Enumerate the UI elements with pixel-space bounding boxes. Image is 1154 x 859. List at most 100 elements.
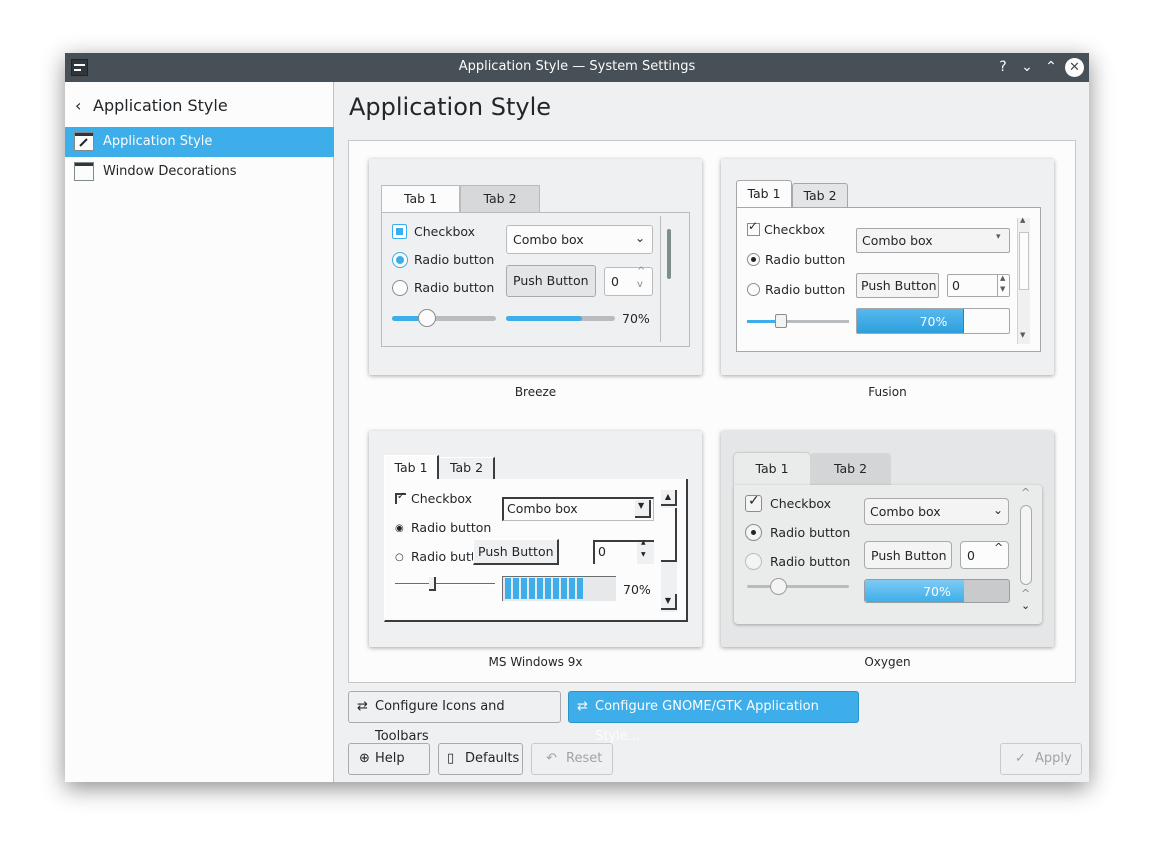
scrollbar	[667, 229, 671, 279]
radio-label: Radio button	[414, 252, 495, 267]
spin-box: 0 ^	[960, 541, 1009, 569]
spin-down-icon: v	[637, 279, 643, 290]
apply-button-label: Apply	[1035, 751, 1072, 766]
scrollbar: ▲ ▼	[1017, 216, 1030, 344]
chevron-left-icon: ‹	[75, 96, 82, 115]
combo-box: Combo box ▼	[502, 497, 654, 521]
combo-box: Combo box ⌄	[864, 498, 1009, 525]
style-card-fusion[interactable]: Tab 1 Tab 2 ✓ Checkbox Radio button Radi…	[721, 159, 1054, 375]
tab-2: Tab 2	[792, 183, 848, 208]
sidebar-header-label: Application Style	[93, 96, 228, 115]
progress-bar: 70%	[864, 579, 1010, 603]
configure-icon: ⇄	[577, 699, 588, 714]
checkbox-label: Checkbox	[411, 491, 473, 506]
radio-label: Radio button	[411, 520, 492, 535]
checkbox-label: Checkbox	[414, 224, 476, 239]
radio-checked: ◉	[395, 523, 404, 534]
configure-gtk-style-button[interactable]: ⇄ Configure GNOME/GTK Application Style.…	[568, 691, 859, 744]
spin-up-icon: ^	[637, 266, 646, 277]
slider	[395, 577, 495, 591]
tab-1: Tab 1	[734, 453, 810, 485]
defaults-button-label: Defaults	[465, 751, 520, 766]
progress-label: 70%	[622, 311, 650, 326]
tab-2: Tab 2	[440, 457, 495, 479]
combo-box: Combo box ▾	[856, 228, 1010, 253]
close-icon[interactable]: ✕	[1065, 58, 1084, 77]
breeze-preview: Tab 1 Tab 2 Checkbox Radio button Radio …	[381, 185, 690, 347]
minimize-icon[interactable]: ⌄	[1017, 57, 1037, 77]
push-button-label: Push Button	[513, 273, 589, 288]
sidebar-item-window-decorations[interactable]: Window Decorations	[65, 157, 334, 187]
combo-label: Combo box	[513, 232, 584, 247]
style-card-oxygen[interactable]: Tab 1 Tab 2 ✓ Checkbox Radio button Radi…	[721, 431, 1054, 647]
tab-1: Tab 1	[381, 185, 460, 212]
title-bar[interactable]: Application Style — System Settings ? ⌄ …	[65, 53, 1089, 82]
divider	[660, 216, 661, 342]
configure-gtk-style-label: Configure GNOME/GTK Application Style...	[595, 699, 819, 744]
radio-checked	[745, 524, 762, 541]
help-icon[interactable]: ?	[993, 57, 1013, 77]
style-card-ms-windows-9x[interactable]: Tab 1 Tab 2 ✓ Checkbox ◉ Radio button ○ …	[369, 431, 702, 647]
radio-checked	[747, 253, 760, 266]
chevron-down-icon: ▼	[638, 501, 645, 510]
checkmark-icon: ✓	[1015, 751, 1026, 766]
defaults-button[interactable]: ▯ Defaults	[438, 743, 523, 775]
radio-unchecked: ○	[395, 552, 404, 563]
combo-label: Combo box	[862, 233, 933, 248]
apply-button[interactable]: ✓ Apply	[1000, 743, 1082, 775]
checkbox: ✓	[745, 493, 762, 512]
spin-value: 0	[611, 274, 619, 289]
push-button: Push Button	[856, 273, 939, 298]
spin-value: 0	[952, 278, 960, 293]
document-icon: ▯	[447, 751, 455, 766]
progress-bar	[502, 576, 616, 601]
spin-box: 0 ▲ ▼	[947, 274, 1010, 297]
spin-down-icon: ▼	[641, 551, 646, 558]
style-card-breeze[interactable]: Tab 1 Tab 2 Checkbox Radio button Radio …	[369, 159, 702, 375]
style-name-breeze: Breeze	[514, 385, 557, 399]
sidebar-item-application-style[interactable]: Application Style	[65, 127, 334, 157]
style-name-ms-windows-9x: MS Windows 9x	[488, 655, 583, 669]
checkbox: ✓	[747, 219, 760, 236]
push-button: Push Button	[864, 541, 952, 569]
combo-label: Combo box	[870, 504, 941, 519]
radio-checked	[392, 252, 408, 268]
help-button-label[interactable]: Help	[375, 751, 405, 766]
help-button[interactable]: ⊕ Help	[348, 743, 430, 775]
tab-1: Tab 1	[736, 180, 792, 208]
spin-value: 0	[598, 544, 606, 559]
sidebar: ‹ Application Style Application Style Win…	[65, 82, 334, 782]
configure-icons-toolbars-button[interactable]: ⇄ Configure Icons and Toolbars	[348, 691, 561, 744]
spin-box: 0 ^ v	[604, 266, 653, 296]
combo-box: Combo box ⌄	[506, 225, 653, 254]
back-button[interactable]: ‹ Application Style	[75, 96, 228, 115]
reset-button[interactable]: ↶ Reset	[531, 743, 613, 775]
progress-bar	[506, 316, 615, 321]
chevron-down-icon: ⌄	[635, 231, 646, 245]
slider	[747, 578, 849, 595]
radio-unchecked	[745, 553, 762, 570]
radio-label: Radio button	[414, 280, 495, 295]
radio-unchecked	[747, 283, 760, 296]
chevron-down-icon: ▾	[996, 232, 1001, 242]
app-style-icon	[74, 132, 94, 151]
tab-2: Tab 2	[810, 453, 891, 485]
push-button-label: Push Button	[871, 548, 947, 563]
tab-panel: ✓ Checkbox ◉ Radio button ○ Radio button…	[384, 479, 688, 622]
sidebar-item-label: Window Decorations	[103, 164, 237, 179]
reset-button-label: Reset	[566, 751, 603, 766]
tab-panel: ✓ Checkbox Radio button Radio button Com…	[734, 485, 1042, 624]
maximize-icon[interactable]: ⌃	[1041, 57, 1061, 77]
slider	[392, 309, 496, 327]
radio-label: Radio button	[765, 282, 846, 297]
slider	[747, 314, 849, 328]
radio-label: Radio button	[770, 554, 851, 569]
push-button: Push Button	[506, 265, 596, 297]
undo-icon: ↶	[546, 751, 557, 766]
radio-unchecked	[392, 280, 408, 296]
scrollbar: ^ ^ ⌄	[1020, 486, 1032, 612]
radio-label: Radio button	[770, 525, 851, 540]
push-button: Push Button	[473, 539, 559, 565]
window-title: Application Style — System Settings	[458, 59, 696, 74]
push-button-label: Push Button	[478, 544, 554, 559]
